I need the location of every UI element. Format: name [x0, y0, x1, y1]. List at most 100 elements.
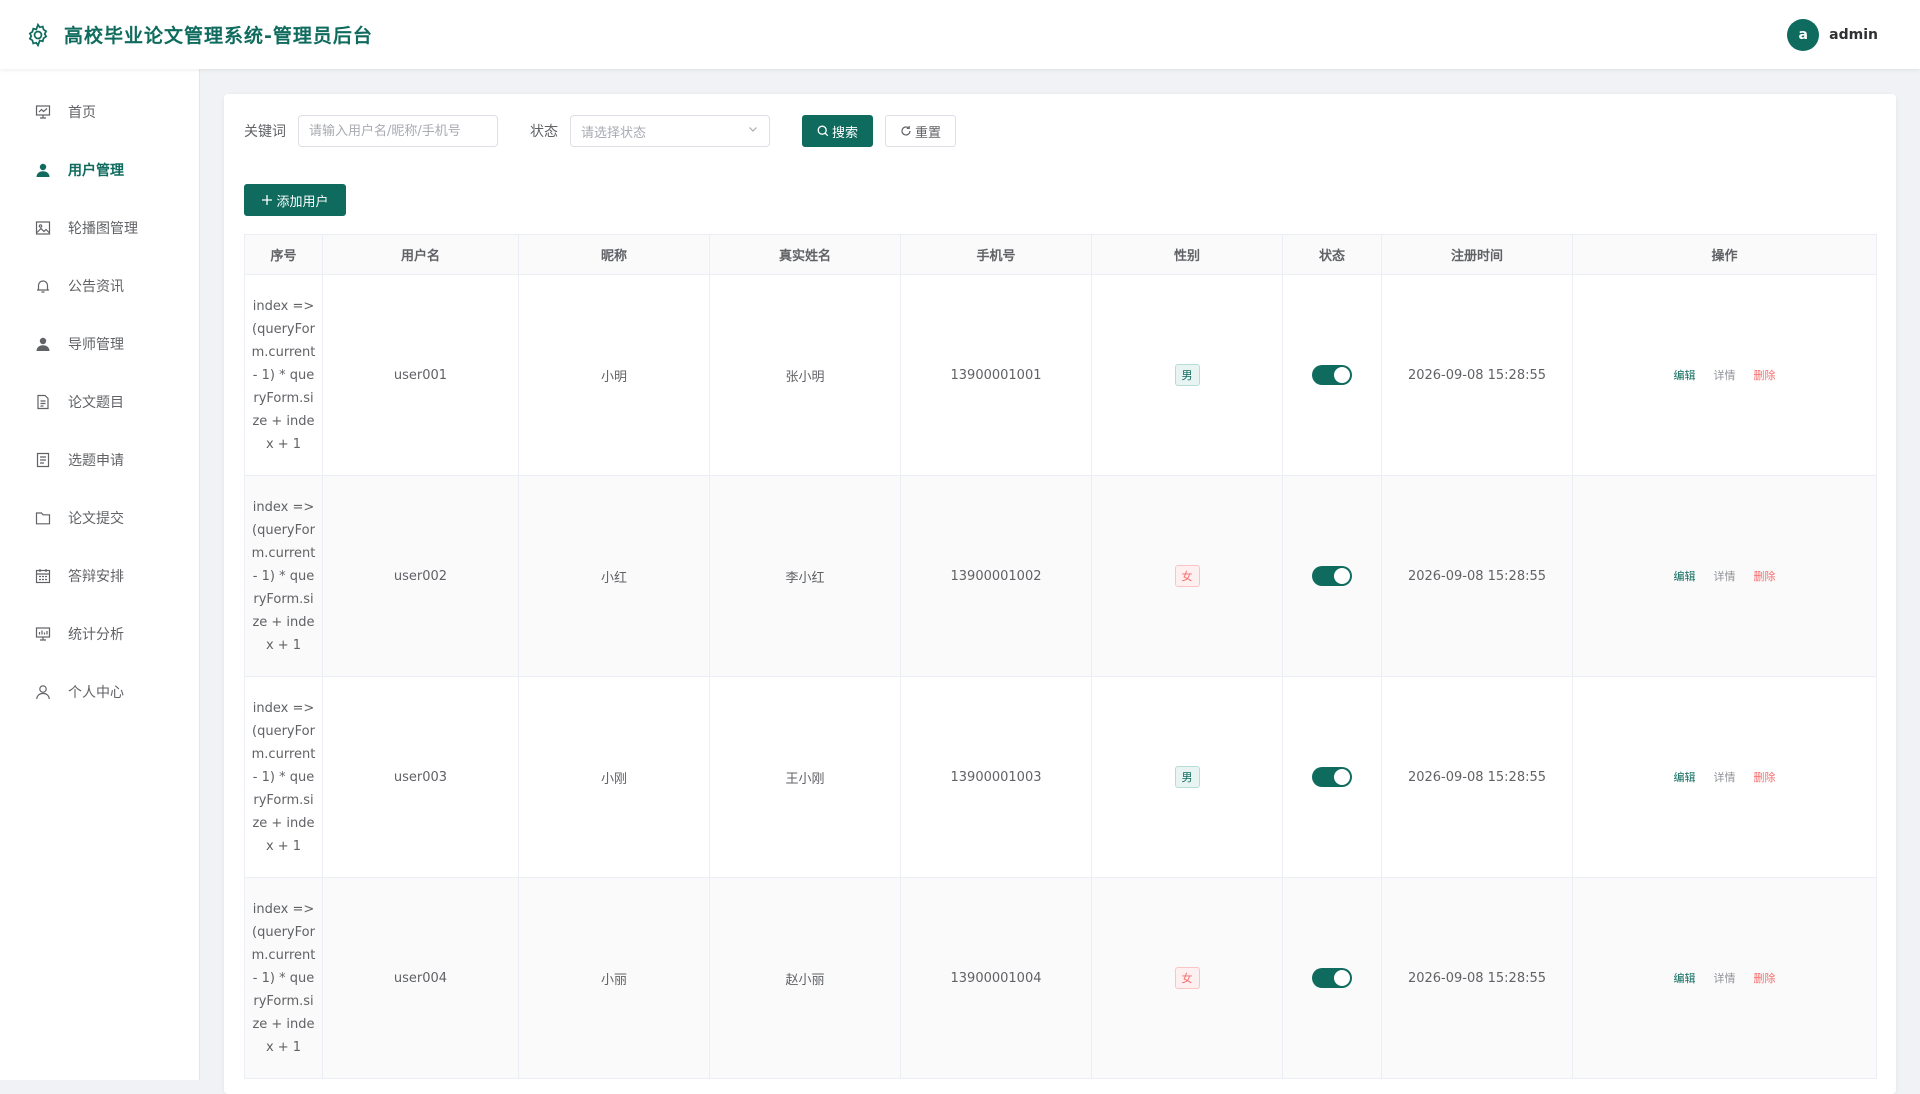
- document-icon: [34, 393, 52, 411]
- detail-link[interactable]: 详情: [1714, 970, 1736, 986]
- search-button[interactable]: 搜索: [802, 115, 874, 147]
- sidebar-item-label: 答辩安排: [68, 569, 124, 585]
- sidebar-item-2[interactable]: 轮播图管理: [0, 199, 199, 257]
- sidebar-item-7[interactable]: 论文提交: [0, 489, 199, 547]
- tickets-icon: [34, 451, 52, 469]
- user-outline-icon: [34, 683, 52, 701]
- phone-cell: 13900001003: [900, 676, 1092, 878]
- main-panel: 关键词 状态 请选择状态 搜索 重置 添加用户: [224, 94, 1896, 1094]
- username[interactable]: admin: [1829, 27, 1878, 43]
- column-header: 性别: [1091, 234, 1283, 275]
- sidebar-item-0[interactable]: 首页: [0, 83, 199, 141]
- keyword-label: 关键词: [244, 124, 286, 140]
- username-cell: user004: [322, 877, 519, 1079]
- sidebar-item-label: 统计分析: [68, 627, 124, 643]
- status-toggle[interactable]: [1312, 365, 1352, 385]
- sidebar-item-9[interactable]: 统计分析: [0, 605, 199, 663]
- nickname-cell: 小丽: [518, 877, 710, 1079]
- app-title: 高校毕业论文管理系统-管理员后台: [64, 25, 373, 47]
- reg-time-cell: 2026-09-08 15:28:55: [1381, 676, 1573, 878]
- detail-link[interactable]: 详情: [1714, 367, 1736, 383]
- status-select-placeholder: 请选择状态: [581, 125, 647, 141]
- edit-link[interactable]: 编辑: [1674, 970, 1696, 986]
- sidebar-item-label: 导师管理: [68, 337, 124, 353]
- refresh-icon: [900, 125, 912, 137]
- gear-icon: [24, 21, 52, 49]
- status-toggle[interactable]: [1312, 968, 1352, 988]
- phone-cell: 13900001001: [900, 274, 1092, 476]
- status-toggle[interactable]: [1312, 767, 1352, 787]
- keyword-input[interactable]: [298, 115, 498, 147]
- sidebar-item-1[interactable]: 用户管理: [0, 141, 199, 199]
- edit-link[interactable]: 编辑: [1674, 568, 1696, 584]
- sidebar-item-label: 公告资讯: [68, 279, 124, 295]
- sidebar-item-label: 选题申请: [68, 453, 124, 469]
- calendar-icon: [34, 567, 52, 585]
- realname-cell: 张小明: [709, 274, 901, 476]
- delete-link[interactable]: 删除: [1754, 769, 1776, 785]
- nickname-cell: 小红: [518, 475, 710, 677]
- detail-link[interactable]: 详情: [1714, 769, 1736, 785]
- reset-button[interactable]: 重置: [885, 115, 957, 147]
- add-user-button[interactable]: 添加用户: [244, 184, 346, 216]
- plus-icon: [261, 194, 273, 206]
- phone-cell: 13900001004: [900, 877, 1092, 1079]
- row-actions: 编辑 详情 删除: [1573, 367, 1876, 383]
- bell-icon: [34, 277, 52, 295]
- sidebar-item-label: 用户管理: [68, 163, 124, 179]
- gender-cell: 女: [1091, 877, 1283, 1079]
- row-actions: 编辑 详情 删除: [1573, 568, 1876, 584]
- search-button-label: 搜索: [832, 125, 859, 141]
- sidebar-item-5[interactable]: 论文题目: [0, 373, 199, 431]
- sidebar-item-label: 论文题目: [68, 395, 124, 411]
- picture-icon: [34, 219, 52, 237]
- gender-tag: 女: [1174, 967, 1200, 989]
- sidebar-item-4[interactable]: 导师管理: [0, 315, 199, 373]
- search-bar: 关键词 状态 请选择状态 搜索 重置: [244, 114, 1876, 148]
- column-header: 操作: [1572, 234, 1877, 275]
- row-actions: 编辑 详情 删除: [1573, 970, 1876, 986]
- column-header: 序号: [244, 234, 323, 275]
- username-cell: user001: [322, 274, 519, 476]
- sidebar-item-10[interactable]: 个人中心: [0, 663, 199, 721]
- sidebar-item-8[interactable]: 答辩安排: [0, 547, 199, 605]
- sidebar-item-label: 个人中心: [68, 685, 124, 701]
- avatar[interactable]: a: [1787, 18, 1820, 51]
- column-header: 手机号: [900, 234, 1092, 275]
- table-row: index => (queryForm.current - 1) * query…: [244, 475, 1877, 677]
- status-toggle[interactable]: [1312, 566, 1352, 586]
- table-row: index => (queryForm.current - 1) * query…: [244, 274, 1877, 476]
- status-select[interactable]: 请选择状态: [570, 115, 770, 147]
- username-cell: user003: [322, 676, 519, 878]
- status-cell: [1282, 676, 1382, 878]
- table-header-row: 序号 用户名 昵称 真实姓名 手机号 性别 状态 注册时间 操作: [244, 234, 1877, 275]
- status-label: 状态: [530, 124, 558, 140]
- column-header: 真实姓名: [709, 234, 901, 275]
- status-cell: [1282, 877, 1382, 1079]
- delete-link[interactable]: 删除: [1754, 970, 1776, 986]
- reg-time-cell: 2026-09-08 15:28:55: [1381, 877, 1573, 1079]
- detail-link[interactable]: 详情: [1714, 568, 1736, 584]
- delete-link[interactable]: 删除: [1754, 367, 1776, 383]
- sidebar-item-3[interactable]: 公告资讯: [0, 257, 199, 315]
- user-table: 序号 用户名 昵称 真实姓名 手机号 性别 状态 注册时间 操作 index => (query…: [244, 234, 1877, 1079]
- presentation-icon: [34, 103, 52, 121]
- delete-link[interactable]: 删除: [1754, 568, 1776, 584]
- status-cell: [1282, 274, 1382, 476]
- ops-cell: 编辑 详情 删除: [1572, 676, 1877, 878]
- index-cell: index => (queryForm.current - 1) * query…: [244, 676, 323, 878]
- edit-link[interactable]: 编辑: [1674, 769, 1696, 785]
- gender-tag: 男: [1174, 364, 1200, 386]
- row-actions: 编辑 详情 删除: [1573, 769, 1876, 785]
- edit-link[interactable]: 编辑: [1674, 367, 1696, 383]
- realname-cell: 王小刚: [709, 676, 901, 878]
- sidebar: 首页用户管理轮播图管理公告资讯导师管理论文题目选题申请论文提交答辩安排统计分析个…: [0, 69, 200, 1080]
- sidebar-item-6[interactable]: 选题申请: [0, 431, 199, 489]
- user-menu[interactable]: a admin: [1787, 18, 1878, 51]
- index-cell: index => (queryForm.current - 1) * query…: [244, 475, 323, 677]
- gender-tag: 女: [1174, 565, 1200, 587]
- index-cell: index => (queryForm.current - 1) * query…: [244, 274, 323, 476]
- column-header: 昵称: [518, 234, 710, 275]
- index-cell: index => (queryForm.current - 1) * query…: [244, 877, 323, 1079]
- sidebar-item-label: 轮播图管理: [68, 221, 138, 237]
